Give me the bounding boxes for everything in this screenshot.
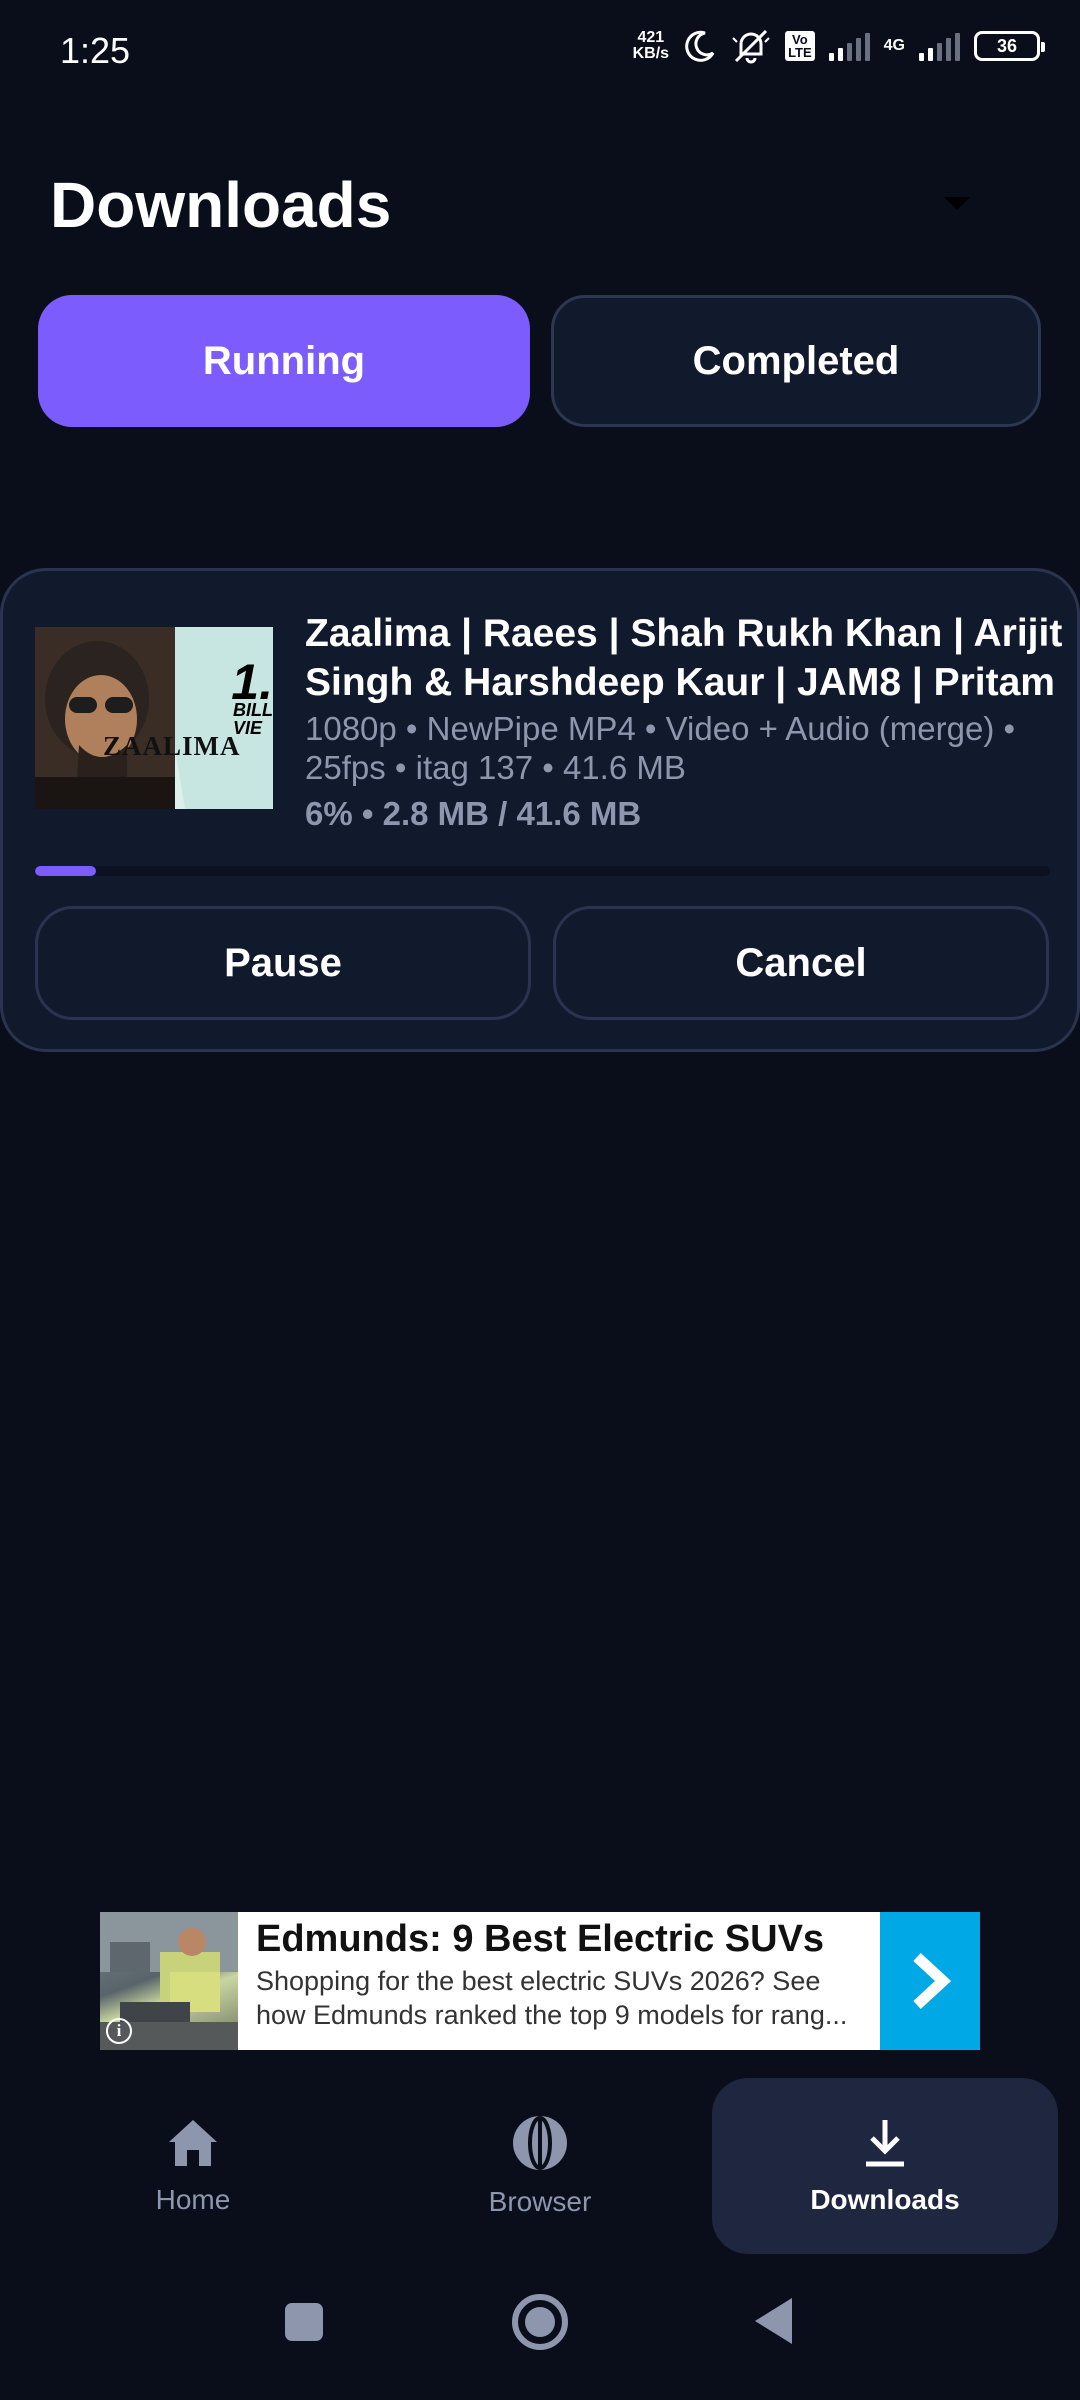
chevron-right-icon [913,1952,952,2010]
download-icon [866,2120,904,2167]
video-thumbnail: ZAALIMA 1. BILL VIE [35,627,273,809]
nav-downloads[interactable]: Downloads [712,2078,1058,2254]
tab-running-label: Running [202,338,366,383]
battery-level: 36 [996,35,1018,56]
ad-open-button[interactable] [880,1912,980,2050]
tab-running[interactable]: Running [38,295,530,427]
recents-icon[interactable] [282,2300,326,2344]
ad-info-icon[interactable]: i [106,2018,132,2044]
ad-banner[interactable]: i Edmunds: 9 Best Electric SUVs Shopping… [100,1912,980,2050]
chevron-down-icon [944,197,970,210]
network-type: 4G [883,37,905,54]
moon-icon [685,30,715,62]
status-time: 1:25 [60,30,131,71]
nav-downloads-label: Downloads [810,2184,960,2215]
status-bar: 1:25 421 KB/s Vo LTE 4G 36 [0,0,1080,100]
ad-headline: Edmunds: 9 Best Electric SUVs [256,1918,825,1960]
mute-bell-icon [732,29,770,64]
bottom-nav: Home Browser Downloads [0,2070,1080,2260]
ad-body: Shopping for the best electric SUVs 2026… [256,1966,848,2030]
nav-browser-label: Browser [488,2186,592,2217]
thumbnail-caption: BILL VIE [233,700,273,738]
status-icons: 421 KB/s Vo LTE 4G 36 [633,28,1045,64]
home-circle-icon[interactable] [510,2292,570,2352]
back-icon[interactable] [752,2296,794,2346]
progress-bar [35,866,1050,876]
system-nav-bar [0,2290,1080,2370]
download-meta: 1080p • NewPipe MP4 • Video + Audio (mer… [305,710,1016,786]
nav-home-label: Home [155,2184,231,2215]
cancel-button[interactable]: Cancel [553,906,1049,1020]
pause-button[interactable]: Pause [35,906,531,1020]
thumbnail-text: ZAALIMA [103,731,241,761]
concurrency-dropdown[interactable]: 3 at once [690,175,990,235]
browser-icon [513,2116,567,2170]
home-icon [169,2120,217,2166]
page-title: Downloads [50,169,392,241]
pause-button-label: Pause [224,940,342,985]
concurrency-value: 3 at once [690,180,872,229]
tab-completed[interactable]: Completed [551,295,1041,427]
tab-completed-label: Completed [692,338,900,383]
download-title: Zaalima | Raees | Shah Rukh Khan | Ariji… [305,612,1063,704]
signal-icon-secondary [919,31,960,61]
progress-bar-fill [35,866,96,876]
network-speed-value: 421 [637,29,665,46]
volte-icon: Vo LTE [785,31,815,61]
cancel-button-label: Cancel [735,940,867,985]
ad-image: i [100,1912,238,2050]
signal-icon [828,31,870,61]
network-speed: 421 KB/s [633,30,669,62]
download-progress-text: 6% • 2.8 MB / 41.6 MB [305,795,642,832]
download-card: ZAALIMA 1. BILL VIE Zaalima | Raees | Sh… [0,568,1080,1052]
nav-home[interactable]: Home [20,2078,366,2254]
network-speed-unit: KB/s [632,45,670,62]
nav-browser[interactable]: Browser [367,2078,713,2254]
battery-icon: 36 [974,31,1045,61]
